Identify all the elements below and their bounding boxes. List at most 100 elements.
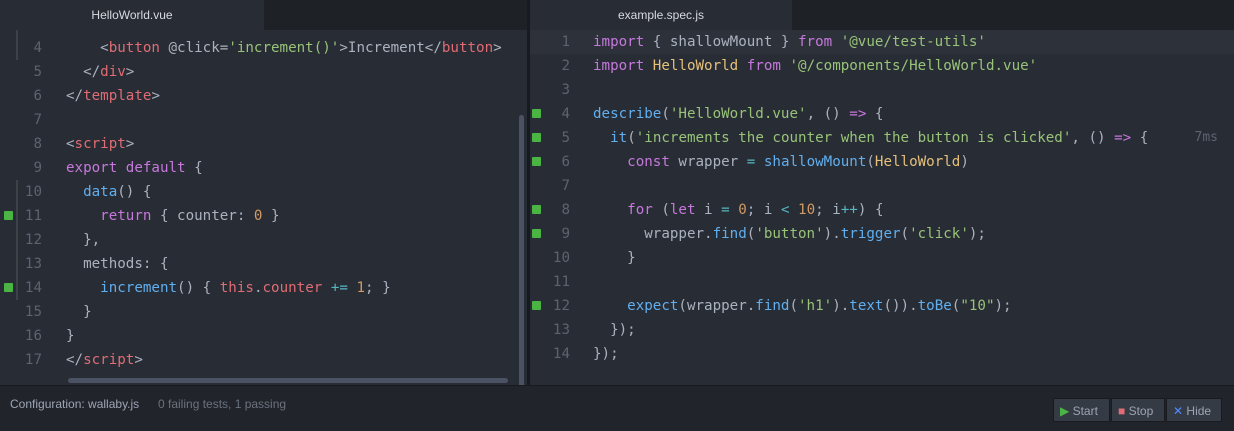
- code-text: for (let i = 0; i < 10; i++) {: [593, 198, 883, 222]
- code-line[interactable]: 4 describe('HelloWorld.vue', () => {: [530, 102, 1234, 126]
- code-token: wrapper.: [593, 226, 713, 242]
- code-line[interactable]: 11: [530, 270, 1234, 294]
- code-token: script: [83, 352, 135, 368]
- code-line[interactable]: 9 wrapper.find('button').trigger('click'…: [530, 222, 1234, 246]
- code-token: >: [151, 88, 160, 104]
- code-line[interactable]: 10 }: [530, 246, 1234, 270]
- code-line[interactable]: 2 import HelloWorld from '@/components/He…: [530, 54, 1234, 78]
- code-text: return { counter: 0 }: [66, 204, 280, 228]
- horizontal-scrollbar[interactable]: [68, 378, 508, 383]
- code-token: find: [712, 226, 747, 242]
- code-line[interactable]: 8 <script>: [0, 132, 527, 156]
- code-line[interactable]: 10 data() {: [0, 180, 527, 204]
- line-number: 17: [24, 352, 42, 368]
- code-token: }: [262, 208, 280, 224]
- code-token: for: [627, 202, 653, 218]
- code-token: </: [66, 88, 84, 104]
- code-token: import: [593, 58, 645, 74]
- code-line[interactable]: 8 for (let i = 0; i < 10; i++) {: [530, 198, 1234, 222]
- code-text: describe('HelloWorld.vue', () => {: [593, 102, 883, 126]
- code-token: find: [755, 298, 790, 314]
- code-token: script: [74, 136, 126, 152]
- hide-button[interactable]: ✕ Hide: [1166, 398, 1222, 422]
- code-line[interactable]: 4 <button @click='increment()'>Increment…: [0, 36, 527, 60]
- code-token: ).: [832, 298, 850, 314]
- code-token: ): [960, 154, 969, 170]
- code-token: 'button': [755, 226, 824, 242]
- code-line[interactable]: 3: [530, 78, 1234, 102]
- configuration-label[interactable]: Configuration: wallaby.js: [10, 397, 139, 411]
- line-number: 9: [33, 160, 42, 176]
- tab-bar: HelloWorld.vue example.spec.js: [0, 0, 1234, 30]
- code-token: >: [125, 136, 135, 152]
- line-number: 9: [561, 226, 570, 242]
- code-line[interactable]: 15 }: [0, 300, 527, 324]
- code-line[interactable]: 7: [530, 174, 1234, 198]
- tab-helloworld-vue[interactable]: HelloWorld.vue: [0, 0, 264, 30]
- line-number: 13: [24, 256, 42, 272]
- code-text: </script>: [66, 348, 143, 372]
- code-token: =>: [1114, 130, 1132, 146]
- vertical-scrollbar[interactable]: [519, 115, 524, 385]
- code-token: data: [83, 184, 118, 200]
- code-line[interactable]: 11 return { counter: 0 }: [0, 204, 527, 228]
- code-token: "10": [960, 298, 995, 314]
- code-line[interactable]: 14 increment() { this.counter += 1; }: [0, 276, 527, 300]
- code-token: }: [66, 328, 75, 344]
- code-line[interactable]: 12 expect(wrapper.find('h1').text()).toB…: [530, 294, 1234, 318]
- code-token: (: [652, 202, 670, 218]
- code-token: i: [695, 202, 722, 218]
- code-text: </template>: [66, 84, 160, 108]
- code-line[interactable]: 16}: [0, 324, 527, 348]
- code-token: () {: [177, 280, 220, 296]
- line-number: 3: [561, 82, 570, 98]
- code-line[interactable]: 14});: [530, 342, 1234, 366]
- code-token: (: [900, 226, 910, 242]
- code-token: () {: [117, 184, 152, 200]
- code-line[interactable]: 13 methods: {: [0, 252, 527, 276]
- code-line[interactable]: 1 import { shallowMount } from '@vue/test…: [530, 30, 1234, 54]
- code-line[interactable]: 7: [0, 108, 527, 132]
- line-number: 6: [561, 154, 570, 170]
- code-token: (wrapper.: [678, 298, 756, 314]
- line-number: 14: [24, 280, 42, 296]
- code-token: (: [789, 298, 799, 314]
- play-icon: ▶: [1060, 404, 1070, 418]
- stop-button[interactable]: ■ Stop: [1111, 398, 1165, 422]
- code-line[interactable]: 5 it('increments the counter when the bu…: [530, 126, 1234, 150]
- line-number: 10: [24, 184, 42, 200]
- code-line[interactable]: 13 });: [530, 318, 1234, 342]
- tab-example-spec-js[interactable]: example.spec.js: [530, 0, 792, 30]
- code-token: return: [100, 208, 152, 224]
- code-token: methods: {: [66, 256, 169, 272]
- code-text: methods: {: [66, 252, 169, 276]
- code-line[interactable]: 12 },: [0, 228, 527, 252]
- editor-right[interactable]: 1 import { shallowMount } from '@vue/test…: [530, 30, 1234, 385]
- code-token: const: [627, 154, 670, 170]
- code-token: this: [219, 280, 254, 296]
- code-line[interactable]: 6 const wrapper = shallowMount(HelloWorl…: [530, 150, 1234, 174]
- code-line[interactable]: 5 </div>: [0, 60, 527, 84]
- stop-icon: ■: [1118, 404, 1126, 418]
- code-token: let: [669, 202, 696, 218]
- code-line[interactable]: 6 </template>: [0, 84, 527, 108]
- test-summary: 0 failing tests, 1 passing: [158, 397, 287, 411]
- code-token: 'h1': [798, 298, 833, 314]
- code-token: >: [280, 30, 289, 32]
- start-label: Start: [1072, 404, 1098, 418]
- code-token: ; i: [746, 202, 781, 218]
- code-token: ).: [823, 226, 841, 242]
- code-line[interactable]: 17 </script>: [0, 348, 527, 372]
- editor-left[interactable]: 3 <h1>{{ counter }}</h1>4 <button @click…: [0, 30, 527, 385]
- start-button[interactable]: ▶ Start: [1053, 398, 1110, 422]
- code-token: <: [780, 202, 790, 218]
- code-token: </: [66, 352, 84, 368]
- code-text: }: [66, 324, 75, 348]
- line-number: 7: [561, 178, 570, 194]
- code-line[interactable]: 9 export default {: [0, 156, 527, 180]
- line-number: 11: [24, 208, 42, 224]
- code-token: export default: [66, 160, 186, 176]
- line-number: 13: [552, 322, 570, 338]
